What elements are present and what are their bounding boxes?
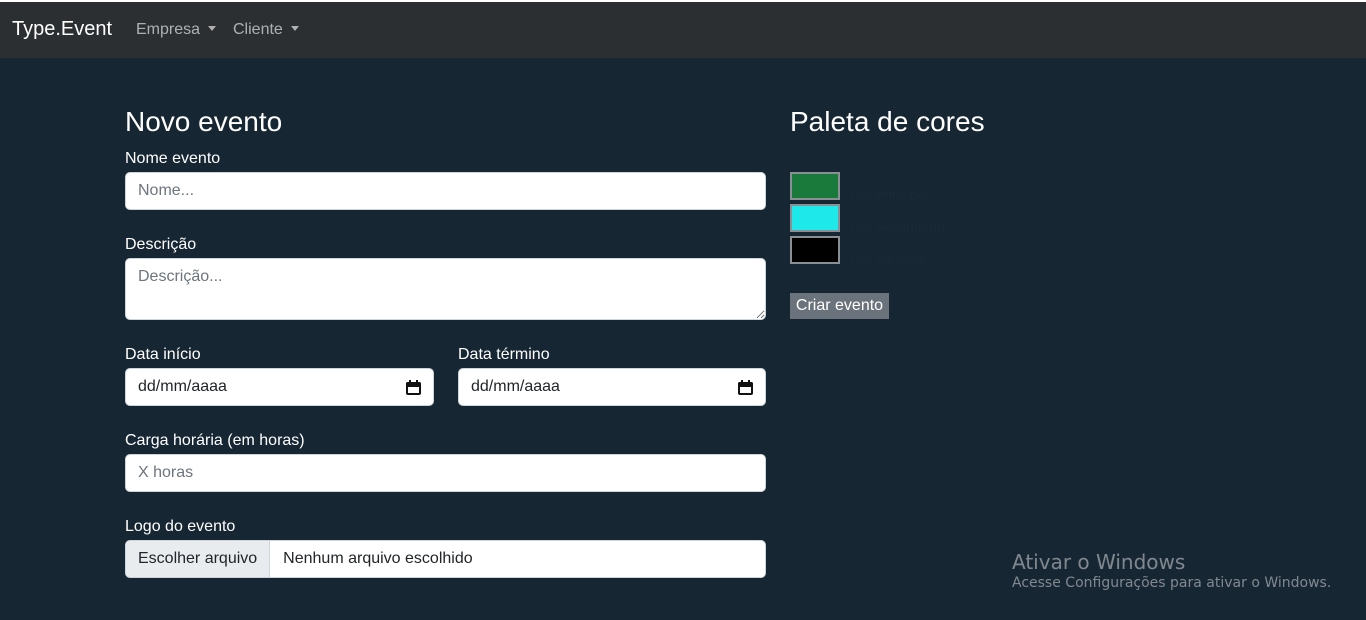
windows-activation-title: Ativar o Windows — [1012, 550, 1186, 574]
calendar-icon[interactable] — [738, 379, 753, 395]
descricao-textarea[interactable] — [125, 258, 766, 320]
data-inicio-value: dd/mm/aaaa — [138, 378, 227, 395]
navbar: Type.Event Empresa Cliente — [0, 2, 1366, 58]
color-picker-principal[interactable] — [790, 172, 840, 200]
caret-down-icon — [208, 26, 217, 31]
data-termino-input[interactable]: dd/mm/aaaa — [458, 368, 766, 406]
carga-input[interactable] — [125, 454, 766, 492]
file-name-text: Nenhum arquivo escolhido — [283, 550, 473, 567]
carga-label: Carga horária (em horas) — [125, 432, 305, 449]
color-label-texto: Cor do texto — [850, 250, 927, 266]
color-picker-texto[interactable] — [790, 236, 840, 264]
palette-title: Paleta de cores — [790, 106, 985, 137]
data-inicio-input[interactable]: dd/mm/aaaa — [125, 368, 434, 406]
color-label-secundaria: Cor secundária — [850, 218, 945, 234]
logo-label: Logo do evento — [125, 518, 236, 535]
criar-evento-button[interactable]: Criar evento — [790, 293, 889, 319]
data-termino-value: dd/mm/aaaa — [471, 378, 560, 395]
calendar-icon[interactable] — [406, 379, 421, 395]
form-title: Novo evento — [125, 106, 283, 137]
data-termino-label: Data término — [458, 346, 550, 363]
descricao-label: Descrição — [125, 236, 197, 253]
nav-dropdown-empresa[interactable]: Empresa — [136, 21, 217, 39]
data-inicio-label: Data início — [125, 346, 201, 363]
nome-input[interactable] — [125, 172, 766, 210]
windows-activation-subtitle: Acesse Configurações para ativar o Windo… — [1012, 575, 1332, 591]
choose-file-button[interactable]: Escolher arquivo — [126, 541, 271, 577]
nome-label: Nome evento — [125, 150, 221, 167]
nav-cliente-label: Cliente — [233, 21, 283, 38]
caret-down-icon — [290, 26, 299, 31]
logo-file-input[interactable]: Escolher arquivo Nenhum arquivo escolhid… — [125, 540, 766, 578]
color-label-principal: Cor principal — [850, 186, 929, 202]
nav-empresa-label: Empresa — [136, 21, 201, 38]
brand-link[interactable]: Type.Event — [12, 18, 112, 41]
nav-dropdown-cliente[interactable]: Cliente — [233, 21, 299, 39]
color-picker-secundaria[interactable] — [790, 204, 840, 232]
